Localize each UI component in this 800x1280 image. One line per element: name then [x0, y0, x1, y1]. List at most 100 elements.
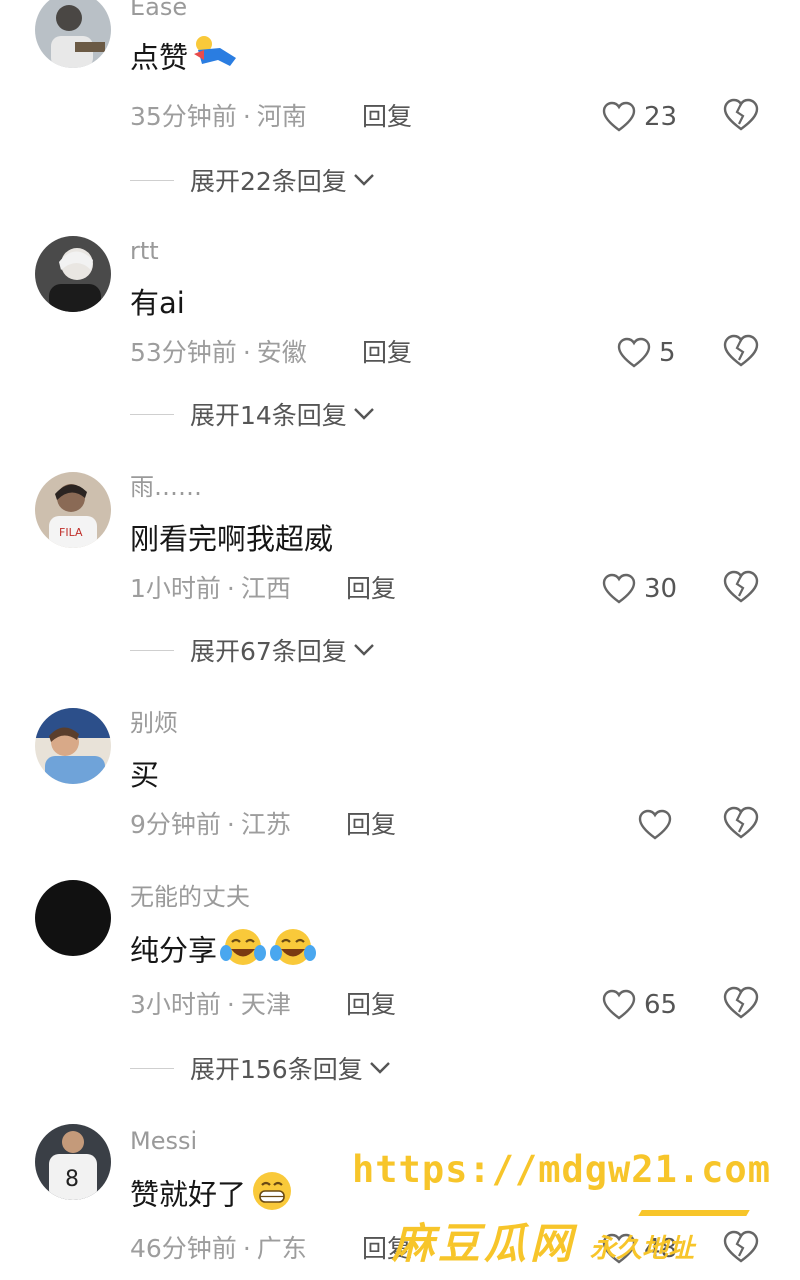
reply-button[interactable]: 回复 [346, 572, 396, 606]
dislike-button[interactable] [723, 98, 761, 136]
username[interactable]: 雨…… [130, 472, 202, 502]
comment-meta: 3小时前 · 天津 [130, 988, 291, 1022]
expand-replies[interactable]: 展开156条回复 [130, 1050, 391, 1086]
broken-heart-icon [723, 1230, 759, 1263]
comment-meta: 1小时前 · 江西 [130, 572, 291, 606]
heart-icon [602, 101, 636, 132]
dislike-button[interactable] [723, 806, 761, 844]
expand-replies[interactable]: 展开22条回复 [130, 162, 375, 198]
comment-meta: 46分钟前 · 广东 [130, 1232, 307, 1266]
comment-text: 刚看完啊我超威 [130, 522, 334, 556]
expand-replies-label: 展开22条回复 [190, 167, 347, 196]
laugh-cry-emoji-icon [269, 926, 317, 979]
avatar[interactable] [35, 708, 111, 784]
username[interactable]: 别烦 [130, 708, 178, 738]
broken-heart-icon [723, 986, 759, 1019]
like-sticker-icon [190, 34, 240, 85]
reply-button[interactable]: 回复 [362, 336, 412, 370]
username[interactable]: rtt [130, 236, 159, 266]
like-button[interactable]: 30 [602, 570, 677, 608]
meta-separator: · [242, 1234, 251, 1263]
grin-emoji-icon [248, 1170, 296, 1223]
comment-text-content: 赞就好了 [130, 1177, 247, 1212]
comment-text: 纯分享 [130, 926, 317, 979]
comment-time: 35分钟前 [130, 102, 237, 131]
comment-text: 赞就好了 [130, 1170, 296, 1223]
comment-location: 广东 [256, 1234, 307, 1263]
comment-time: 9分钟前 [130, 810, 221, 839]
heart-icon [602, 989, 636, 1020]
svg-text:FILA: FILA [59, 526, 83, 539]
reply-button[interactable]: 回复 [362, 100, 412, 134]
chevron-down-icon [353, 174, 374, 186]
svg-text:8: 8 [65, 1167, 79, 1192]
chevron-down-icon [353, 408, 374, 420]
like-button[interactable]: 23 [602, 98, 677, 136]
username[interactable]: Messi [130, 1126, 197, 1156]
expand-replies-label: 展开156条回复 [190, 1055, 363, 1084]
watermark-url: https://mdgw21.com [352, 1148, 771, 1191]
comment-location: 安徽 [256, 338, 307, 367]
comment-time: 1小时前 [130, 574, 221, 603]
like-count: 5 [659, 338, 676, 368]
comment-meta: 53分钟前 · 安徽 [130, 336, 307, 370]
reply-button[interactable]: 回复 [346, 988, 396, 1022]
watermark-bar [638, 1210, 750, 1216]
like-button[interactable] [638, 806, 672, 844]
comment-text-content: 点赞 [130, 40, 189, 75]
broken-heart-icon [723, 570, 759, 603]
watermark-name: 麻豆瓜网 [392, 1219, 577, 1268]
expand-replies[interactable]: 展开14条回复 [130, 396, 375, 432]
comment-time: 53分钟前 [130, 338, 237, 367]
meta-separator: · [242, 338, 251, 367]
heart-icon [638, 809, 672, 840]
comment-text: 买 [130, 758, 160, 792]
meta-separator: · [226, 574, 235, 603]
comment-text: 有ai [130, 286, 185, 320]
avatar[interactable] [35, 236, 111, 312]
comment-text: 点赞 [130, 34, 240, 85]
expand-replies[interactable]: 展开67条回复 [130, 632, 375, 668]
meta-separator: · [226, 810, 235, 839]
comment-location: 天津 [240, 990, 291, 1019]
like-count: 65 [644, 990, 678, 1020]
broken-heart-icon [723, 98, 759, 131]
chevron-down-icon [353, 644, 374, 656]
comment-text-content: 纯分享 [130, 933, 218, 968]
divider [130, 1067, 174, 1069]
avatar[interactable]: 8 [35, 1124, 111, 1200]
comment-meta: 9分钟前 · 江苏 [130, 808, 291, 842]
divider [130, 413, 174, 415]
dislike-button[interactable] [723, 1230, 761, 1268]
comment-location: 江苏 [240, 810, 291, 839]
comment-time: 3小时前 [130, 990, 221, 1019]
laugh-cry-emoji-icon [219, 926, 267, 979]
avatar[interactable] [35, 0, 111, 68]
username[interactable]: 无能的丈夫 [130, 882, 250, 912]
broken-heart-icon [723, 334, 759, 367]
watermark-subtitle: 永久地址 [590, 1234, 695, 1264]
heart-icon [617, 337, 651, 368]
comment-time: 46分钟前 [130, 1234, 237, 1263]
dislike-button[interactable] [723, 570, 761, 608]
heart-icon [602, 573, 636, 604]
username[interactable]: Ease [130, 0, 187, 22]
meta-separator: · [242, 102, 251, 131]
avatar[interactable]: FILA [35, 472, 111, 548]
dislike-button[interactable] [723, 986, 761, 1024]
meta-separator: · [226, 990, 235, 1019]
avatar[interactable] [35, 880, 111, 956]
dislike-button[interactable] [723, 334, 761, 372]
comment-location: 江西 [240, 574, 291, 603]
expand-replies-label: 展开67条回复 [190, 637, 347, 666]
expand-replies-label: 展开14条回复 [190, 401, 347, 430]
divider [130, 179, 174, 181]
comment-meta: 35分钟前 · 河南 [130, 100, 307, 134]
comment-location: 河南 [256, 102, 307, 131]
like-count: 30 [644, 574, 678, 604]
like-button[interactable]: 65 [602, 986, 677, 1024]
reply-button[interactable]: 回复 [346, 808, 396, 842]
like-button[interactable]: 5 [617, 334, 676, 372]
like-count: 23 [644, 102, 678, 132]
broken-heart-icon [723, 806, 759, 839]
